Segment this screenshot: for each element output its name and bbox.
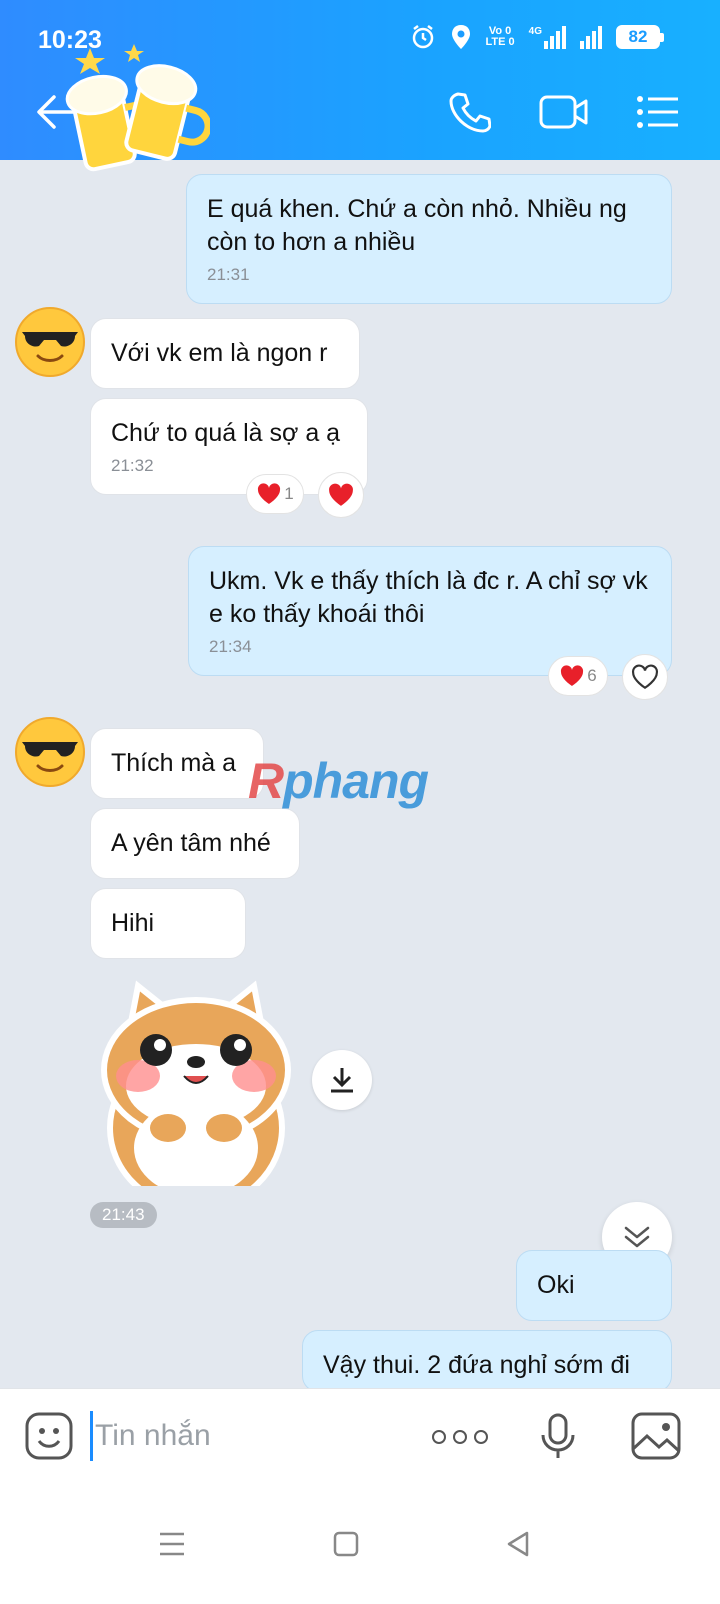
status-icons: Vo 0 LTE 0 4G 82: [410, 24, 664, 50]
reaction-summary[interactable]: 1: [246, 474, 304, 514]
location-icon: [451, 25, 470, 49]
message-time: 21:32: [111, 456, 154, 475]
home-button[interactable]: [326, 1524, 366, 1564]
incoming-message[interactable]: Hihi: [90, 888, 246, 959]
phone-icon: [449, 92, 491, 133]
message-input[interactable]: [90, 1411, 410, 1461]
message-input-bar: [0, 1388, 720, 1484]
download-icon: [331, 1068, 353, 1093]
message-text: Chứ to quá là sợ a ạ: [111, 419, 341, 447]
heart-icon: [561, 665, 584, 686]
menu-icon: [160, 1532, 184, 1556]
image-icon: [631, 1412, 681, 1460]
reaction-summary[interactable]: 6: [548, 656, 608, 696]
chat-header: 10:23 Vo 0 LTE 0 4G 82: [0, 0, 720, 172]
menu-list-icon: [637, 96, 678, 128]
dot-icon: [432, 1430, 446, 1444]
outgoing-message[interactable]: Oki: [516, 1250, 672, 1321]
message-time: 21:31: [207, 265, 250, 284]
message-text: Vậy thui. 2 đứa nghỉ sớm đi: [323, 1351, 630, 1379]
beer-sticker: [65, 44, 210, 172]
message-text: A yên tâm nhé: [111, 829, 271, 857]
shiba-dog-sticker[interactable]: [98, 978, 294, 1186]
incoming-message[interactable]: A yên tâm nhé: [90, 808, 300, 879]
dot-icon: [453, 1430, 467, 1444]
video-call-button[interactable]: [538, 86, 590, 138]
contact-avatar[interactable]: [14, 716, 86, 788]
smiley-face-icon: [25, 1412, 73, 1460]
message-text: Với vk em là ngon r: [111, 339, 328, 367]
contact-avatar[interactable]: [14, 306, 86, 378]
battery-icon: 82: [616, 25, 664, 49]
recents-button[interactable]: [152, 1524, 192, 1564]
outgoing-message[interactable]: E quá khen. Chứ a còn nhỏ. Nhiều ng còn …: [186, 174, 672, 304]
react-button[interactable]: [622, 654, 668, 700]
reaction-count: 1: [284, 484, 294, 503]
sticker-time: 21:43: [90, 1202, 157, 1228]
message-text: Thích mà a: [111, 749, 237, 777]
incoming-message[interactable]: Với vk em là ngon r: [90, 318, 360, 389]
menu-button[interactable]: [632, 86, 684, 138]
message-time: 21:34: [209, 637, 252, 656]
more-options-button[interactable]: [432, 1419, 488, 1455]
download-button[interactable]: [312, 1050, 372, 1110]
react-button[interactable]: [318, 472, 364, 518]
reaction-count: 6: [587, 666, 597, 685]
watermark: Rphang: [248, 753, 429, 809]
message-text: Ukm. Vk e thấy thích là đc r. A chỉ sợ v…: [209, 567, 648, 628]
system-nav-bar: [0, 1484, 720, 1604]
alarm-icon: [412, 25, 433, 49]
message-text: Oki: [537, 1271, 575, 1299]
heart-icon: [258, 483, 281, 504]
voice-record-button[interactable]: [538, 1411, 578, 1461]
double-chevron-down-icon: [624, 1226, 650, 1248]
incoming-message[interactable]: Thích mà a: [90, 728, 264, 799]
send-image-button[interactable]: [630, 1411, 682, 1461]
outgoing-message[interactable]: Vậy thui. 2 đứa nghỉ sớm đi: [302, 1330, 672, 1392]
dot-icon: [474, 1430, 488, 1444]
heart-outline-icon: [632, 664, 658, 690]
sticker-button[interactable]: [24, 1411, 74, 1461]
microphone-icon: [541, 1413, 575, 1458]
triangle-back-icon: [507, 1531, 529, 1557]
square-icon: [333, 1531, 359, 1557]
signal-icon-2: [580, 25, 602, 49]
outgoing-message[interactable]: Ukm. Vk e thấy thích là đc r. A chỉ sợ v…: [188, 546, 672, 676]
message-text: Hihi: [111, 909, 155, 937]
back-nav-button[interactable]: [498, 1524, 538, 1564]
heart-icon: [329, 483, 353, 506]
video-call-icon: [539, 95, 588, 129]
message-text: E quá khen. Chứ a còn nhỏ. Nhiều ng còn …: [207, 195, 627, 256]
volte-indicator: Vo 0 LTE 0: [485, 25, 515, 48]
voice-call-button[interactable]: [444, 86, 496, 138]
signal-icon: 4G: [529, 25, 566, 49]
